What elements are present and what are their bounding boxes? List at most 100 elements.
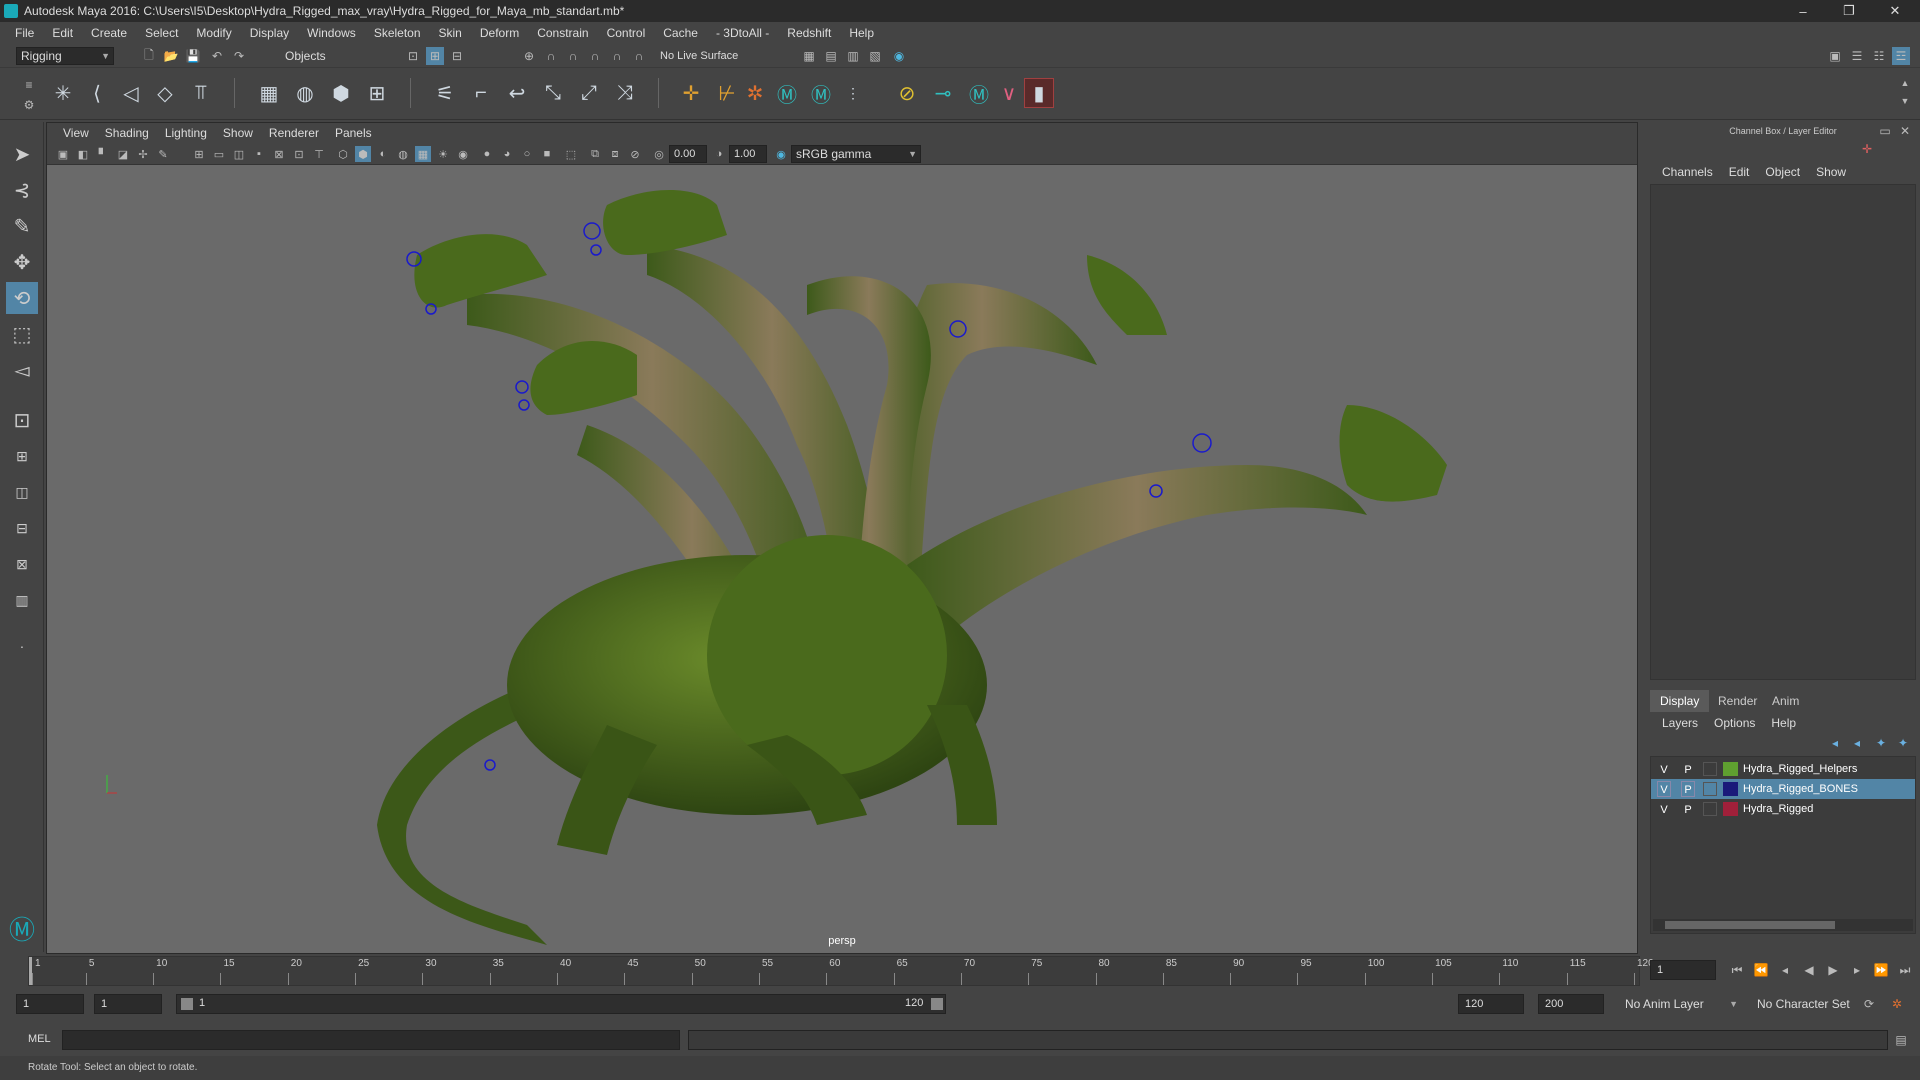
last-tool-icon[interactable]: ◅: [6, 354, 38, 386]
select-tool-icon[interactable]: ➤: [6, 138, 38, 170]
layer-row[interactable]: V P Hydra_Rigged: [1651, 799, 1915, 819]
close-button[interactable]: ✕: [1872, 0, 1918, 22]
snap-view-icon[interactable]: ∩: [586, 47, 604, 65]
menu-select[interactable]: Select: [136, 26, 187, 40]
mirror-weights-icon[interactable]: ⤢: [574, 78, 604, 108]
command-input[interactable]: [62, 1030, 680, 1050]
use-default-material-icon[interactable]: ◐: [375, 146, 391, 162]
bookmark-icon[interactable]: ▘: [95, 146, 111, 162]
layer-visibility-toggle[interactable]: V: [1657, 801, 1671, 817]
playback-start-field[interactable]: 1: [94, 994, 162, 1014]
snap-surface-icon[interactable]: ∩: [608, 47, 626, 65]
menu-display[interactable]: Display: [241, 26, 298, 40]
panel-menu-shading[interactable]: Shading: [97, 126, 157, 140]
motion-blur-icon[interactable]: ◕: [499, 146, 515, 162]
render-sequence-icon[interactable]: ▤: [822, 47, 840, 65]
cb-menu-show[interactable]: Show: [1808, 165, 1854, 179]
menu-skeleton[interactable]: Skeleton: [365, 26, 430, 40]
mirror-joint-icon[interactable]: ⫪: [186, 78, 216, 108]
four-view-icon[interactable]: ⊞: [6, 440, 38, 472]
new-layer-selected-icon[interactable]: ✦: [1894, 734, 1912, 752]
modeling-toolkit-icon[interactable]: ▣: [1826, 47, 1844, 65]
range-end-handle[interactable]: [931, 998, 943, 1010]
render-settings-icon[interactable]: ▧: [866, 47, 884, 65]
wrap-icon[interactable]: ⬢: [326, 78, 356, 108]
le-menu-help[interactable]: Help: [1763, 716, 1804, 730]
persp-graph-icon[interactable]: ⊟: [6, 512, 38, 544]
menu-help[interactable]: Help: [840, 26, 883, 40]
layer-row[interactable]: V P Hydra_Rigged_Helpers: [1651, 759, 1915, 779]
menuset-dropdown[interactable]: Rigging ▼: [16, 47, 114, 65]
new-layer-icon[interactable]: ✦: [1872, 734, 1890, 752]
textured-icon[interactable]: ▦: [415, 146, 431, 162]
safe-action-icon[interactable]: ⊡: [291, 146, 307, 162]
tool-settings-icon[interactable]: ☷: [1870, 47, 1888, 65]
hypershade-icon[interactable]: ◉: [890, 47, 908, 65]
le-menu-options[interactable]: Options: [1706, 716, 1763, 730]
blend-shape-icon[interactable]: ▮: [1024, 78, 1054, 108]
point-constraint-icon[interactable]: ⊬: [712, 78, 742, 108]
layer-color-swatch[interactable]: [1723, 782, 1738, 796]
geometry-constraint-icon[interactable]: ⊸: [928, 78, 958, 108]
layer-row[interactable]: V P Hydra_Rigged_BONES: [1651, 779, 1915, 799]
color-management-icon[interactable]: ◉: [773, 146, 789, 162]
menu-edit[interactable]: Edit: [43, 26, 82, 40]
xray-icon[interactable]: ⧉: [587, 146, 603, 162]
cb-menu-object[interactable]: Object: [1757, 165, 1808, 179]
shelf-settings-icon[interactable]: ⚙: [20, 96, 38, 114]
bind-skin-icon[interactable]: ⚟: [430, 78, 460, 108]
ik-spline-icon[interactable]: ◁: [116, 78, 146, 108]
single-view-icon[interactable]: ⊡: [6, 404, 38, 436]
more-layouts-icon[interactable]: ·: [6, 630, 38, 662]
camera-attributes-icon[interactable]: ◧: [75, 146, 91, 162]
layer-playback-toggle[interactable]: P: [1681, 781, 1695, 797]
lasso-tool-icon[interactable]: ⊰: [6, 174, 38, 206]
copy-weights-icon[interactable]: ⤨: [610, 78, 640, 108]
wireframe-icon[interactable]: ⬡: [335, 146, 351, 162]
select-mode-dropdown[interactable]: Objects: [280, 47, 380, 65]
minimize-button[interactable]: –: [1780, 0, 1826, 22]
gamma-icon[interactable]: ◑: [711, 146, 727, 162]
step-forward-key-icon[interactable]: ⏩: [1872, 961, 1890, 979]
snap-curve-icon[interactable]: ∩: [542, 47, 560, 65]
exposure-icon[interactable]: ◎: [651, 146, 667, 162]
ambient-occlusion-icon[interactable]: ●: [479, 146, 495, 162]
tab-render[interactable]: Render: [1708, 690, 1767, 712]
object-marker-icon[interactable]: ✛: [1858, 140, 1876, 158]
resolution-gate-icon[interactable]: ◫: [231, 146, 247, 162]
layer-playback-toggle[interactable]: P: [1681, 801, 1695, 817]
menu-file[interactable]: File: [6, 26, 43, 40]
paint-select-icon[interactable]: ✎: [6, 210, 38, 242]
gamma-field[interactable]: 1.00: [729, 145, 767, 163]
menu-cache[interactable]: Cache: [654, 26, 707, 40]
panel-menu-renderer[interactable]: Renderer: [261, 126, 327, 140]
scale-constraint-icon[interactable]: Ⓜ: [806, 78, 836, 108]
step-forward-frame-icon[interactable]: ▸: [1848, 961, 1866, 979]
hypershade-layout-icon[interactable]: ⊠: [6, 548, 38, 580]
menu-constrain[interactable]: Constrain: [528, 26, 597, 40]
go-to-end-icon[interactable]: ⏭: [1896, 961, 1914, 979]
menu-deform[interactable]: Deform: [471, 26, 528, 40]
snap-grid-icon[interactable]: ⊕: [520, 47, 538, 65]
step-back-frame-icon[interactable]: ◂: [1776, 961, 1794, 979]
panel-menu-view[interactable]: View: [55, 126, 97, 140]
snap-magnet-icon[interactable]: ∩: [630, 47, 648, 65]
menu-redshift[interactable]: Redshift: [778, 26, 840, 40]
normal-constraint-icon[interactable]: Ⓜ: [964, 78, 994, 108]
select-camera-icon[interactable]: ▣: [55, 146, 71, 162]
safe-title-icon[interactable]: ⊤: [311, 146, 327, 162]
scale-tool-icon[interactable]: ⬚: [6, 318, 38, 350]
play-forward-icon[interactable]: ▶: [1824, 961, 1842, 979]
cluster-icon[interactable]: ▦: [254, 78, 284, 108]
rotate-tool-icon[interactable]: ⟲: [6, 282, 38, 314]
menu-skin[interactable]: Skin: [430, 26, 471, 40]
time-ruler[interactable]: 1 5 10 15 20 25 30 35 40 45 50 55 60 65 70 75 80 85 90 95 10…: [28, 956, 1654, 986]
lights-icon[interactable]: ☀: [435, 146, 451, 162]
render-frame-icon[interactable]: ▦: [800, 47, 818, 65]
shadows-icon[interactable]: ◉: [455, 146, 471, 162]
menu-create[interactable]: Create: [82, 26, 136, 40]
script-editor-icon[interactable]: ▤: [1892, 1031, 1910, 1049]
live-surface-label[interactable]: No Live Surface: [660, 50, 738, 62]
layer-scrollbar[interactable]: [1653, 919, 1913, 931]
layer-color-swatch[interactable]: [1723, 762, 1738, 776]
